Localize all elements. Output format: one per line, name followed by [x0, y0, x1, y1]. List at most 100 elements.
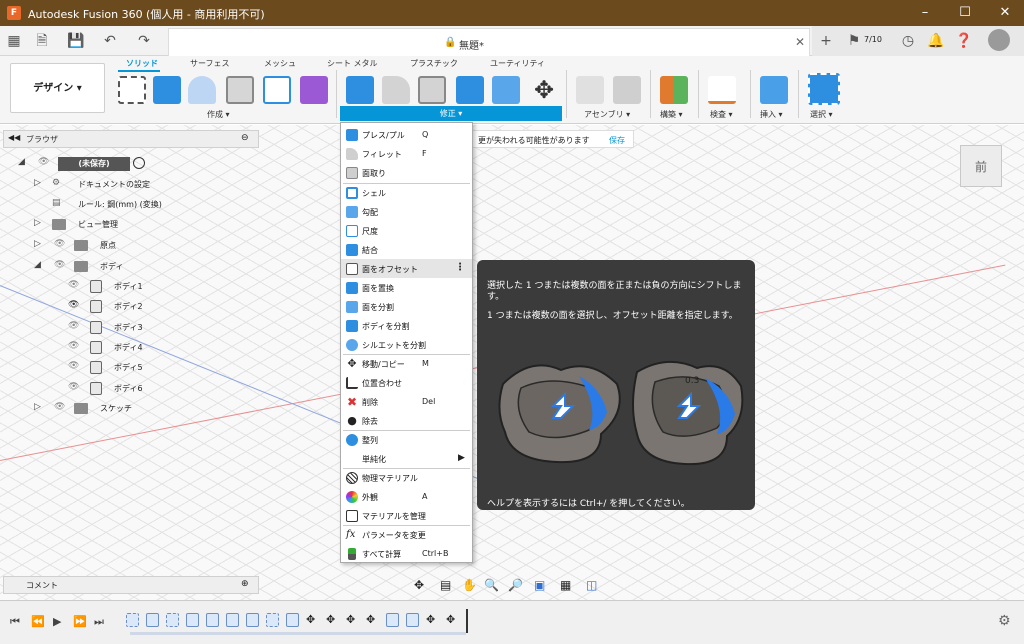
- timeline-feature-move[interactable]: ✥: [306, 613, 319, 627]
- eye-icon[interactable]: 👁: [68, 280, 79, 290]
- close-tab-icon[interactable]: ✕: [795, 35, 805, 49]
- menu-item-compute-all[interactable]: すべて計算 Ctrl+B: [341, 544, 472, 563]
- timeline-marker[interactable]: [466, 609, 468, 633]
- add-comment-icon[interactable]: ⊕: [241, 579, 249, 589]
- tab-utility[interactable]: ユーティリティ: [490, 58, 545, 69]
- assemble-group-label[interactable]: アセンブリ ▾: [584, 109, 630, 120]
- collapse-arrow-icon[interactable]: ◢: [18, 157, 25, 167]
- measure-icon[interactable]: [708, 76, 736, 104]
- eye-icon[interactable]: 👁: [54, 260, 65, 270]
- move-icon[interactable]: ✥: [530, 76, 558, 104]
- collapse-icon[interactable]: ◀◀: [8, 133, 20, 142]
- menu-item-silhouette-split[interactable]: シルエットを分割: [341, 335, 472, 354]
- tree-row-document-settings[interactable]: ▷ ⚙ ドキュメントの設定: [0, 176, 260, 194]
- menu-item-offset-face[interactable]: 面をオフセット ⋮: [341, 259, 472, 278]
- step-forward-icon[interactable]: ⏩: [73, 615, 87, 628]
- timeline-feature-move[interactable]: ✥: [346, 613, 359, 627]
- apps-grid-icon[interactable]: ▦: [4, 31, 24, 51]
- timeline-feature-shell[interactable]: [246, 613, 259, 627]
- timeline-feature-combine[interactable]: [406, 613, 419, 627]
- close-window-button[interactable]: ✕: [990, 4, 1020, 22]
- activate-radio[interactable]: [133, 157, 145, 169]
- eye-icon[interactable]: 👁: [68, 382, 79, 392]
- eye-icon[interactable]: 👁: [54, 402, 65, 412]
- save-icon[interactable]: 💾: [66, 31, 86, 51]
- menu-item-combine[interactable]: 結合: [341, 240, 472, 259]
- eye-icon[interactable]: 👁: [54, 239, 65, 249]
- select-icon[interactable]: [808, 73, 840, 105]
- maximize-button[interactable]: ☐: [950, 4, 980, 22]
- help-icon[interactable]: ❓: [954, 31, 974, 51]
- play-icon[interactable]: ▶: [53, 615, 61, 628]
- timeline-feature-extrude[interactable]: [286, 613, 299, 627]
- more-options-icon[interactable]: ⋮: [455, 262, 465, 273]
- new-tab-icon[interactable]: +: [816, 31, 836, 51]
- step-back-icon[interactable]: ⏪: [31, 615, 45, 628]
- tree-row-sketches[interactable]: ▷ 👁 スケッチ: [0, 400, 260, 418]
- menu-item-simplify[interactable]: 単純化 ▶: [341, 449, 472, 468]
- eye-icon[interactable]: 👁: [68, 300, 79, 310]
- timeline-feature-sketch[interactable]: [166, 613, 179, 627]
- tree-row-body2[interactable]: 👁 ボディ2: [0, 298, 260, 316]
- view-cube[interactable]: 前: [960, 145, 1002, 187]
- tab-plastic[interactable]: プラスチック: [410, 58, 458, 69]
- expand-arrow-icon[interactable]: ▷: [34, 218, 41, 228]
- eye-icon[interactable]: 👁: [38, 157, 49, 167]
- create-group-label[interactable]: 作成 ▾: [207, 109, 230, 120]
- file-icon[interactable]: 🗎: [32, 31, 52, 51]
- timeline-feature-sketch[interactable]: [126, 613, 139, 627]
- menu-item-manage-materials[interactable]: マテリアルを管理: [341, 506, 472, 525]
- menu-item-physical-material[interactable]: 物理マテリアル: [341, 468, 472, 487]
- tab-mesh[interactable]: メッシュ: [264, 58, 296, 69]
- timeline-feature-extrude[interactable]: [146, 613, 159, 627]
- menu-item-split-body[interactable]: ボディを分割: [341, 316, 472, 335]
- insert-group-label[interactable]: 挿入 ▾: [760, 109, 783, 120]
- menu-item-align[interactable]: 位置合わせ: [341, 373, 472, 392]
- new-component-icon[interactable]: [576, 76, 604, 104]
- timeline-feature-extrude[interactable]: [186, 613, 199, 627]
- menu-item-move-copy[interactable]: ✥ 移動/コピー M: [341, 354, 472, 373]
- viewports-icon[interactable]: ◫: [586, 578, 597, 592]
- save-link[interactable]: 保存: [609, 135, 625, 146]
- undo-icon[interactable]: ↶: [100, 31, 120, 51]
- menu-item-remove[interactable]: ● 除去: [341, 411, 472, 430]
- menu-item-press-pull[interactable]: プレス/プル Q: [341, 125, 472, 144]
- timeline-feature-move[interactable]: ✥: [446, 613, 459, 627]
- grid-icon[interactable]: ▦: [560, 578, 571, 592]
- tree-row-body6[interactable]: 👁 ボディ6: [0, 380, 260, 398]
- menu-item-appearance[interactable]: 外観 A: [341, 487, 472, 506]
- eye-icon[interactable]: 👁: [68, 321, 79, 331]
- insert-image-icon[interactable]: [760, 76, 788, 104]
- pan-icon[interactable]: ✋: [462, 578, 477, 592]
- timeline-feature-move[interactable]: ✥: [426, 613, 439, 627]
- menu-item-split-face[interactable]: 面を分割: [341, 297, 472, 316]
- fillet-icon[interactable]: [382, 76, 410, 104]
- modify-group-label[interactable]: 修正 ▾: [340, 106, 562, 121]
- tree-row-body1[interactable]: 👁 ボディ1: [0, 278, 260, 296]
- tree-row-named-views[interactable]: ▷ ビュー管理: [0, 216, 260, 234]
- menu-item-arrange[interactable]: 整列: [341, 430, 472, 449]
- zoom-icon[interactable]: 🔍: [484, 578, 499, 592]
- offset-plane-icon[interactable]: [660, 76, 688, 104]
- construct-group-label[interactable]: 構築 ▾: [660, 109, 683, 120]
- minus-icon[interactable]: ⊖: [241, 133, 249, 143]
- press-pull-icon[interactable]: [346, 76, 374, 104]
- job-status-icon[interactable]: ⚑: [844, 31, 864, 51]
- menu-item-replace-face[interactable]: 面を置換: [341, 278, 472, 297]
- menu-item-chamfer[interactable]: 面取り: [341, 163, 472, 182]
- redo-icon[interactable]: ↷: [134, 31, 154, 51]
- hole-icon[interactable]: [226, 76, 254, 104]
- document-tab[interactable]: 🔒 無題* ✕: [168, 28, 810, 56]
- workspace-switcher[interactable]: デザイン ▾: [10, 63, 105, 113]
- expand-arrow-icon[interactable]: ▷: [34, 178, 41, 188]
- offset-face-icon[interactable]: [492, 76, 520, 104]
- pattern-icon[interactable]: [263, 76, 291, 104]
- extrude-icon[interactable]: [153, 76, 181, 104]
- eye-icon[interactable]: 👁: [68, 361, 79, 371]
- tree-row-origin[interactable]: ▷ 👁 原点: [0, 237, 260, 255]
- browser-panel-header[interactable]: ◀◀ ブラウザ ⊖: [3, 130, 259, 148]
- tree-row-units[interactable]: ▤ ルール: 鋼(mm) (変換): [0, 196, 260, 214]
- tree-row-body5[interactable]: 👁 ボディ5: [0, 359, 260, 377]
- joint-icon[interactable]: [613, 76, 641, 104]
- menu-item-fillet[interactable]: フィレット F: [341, 144, 472, 163]
